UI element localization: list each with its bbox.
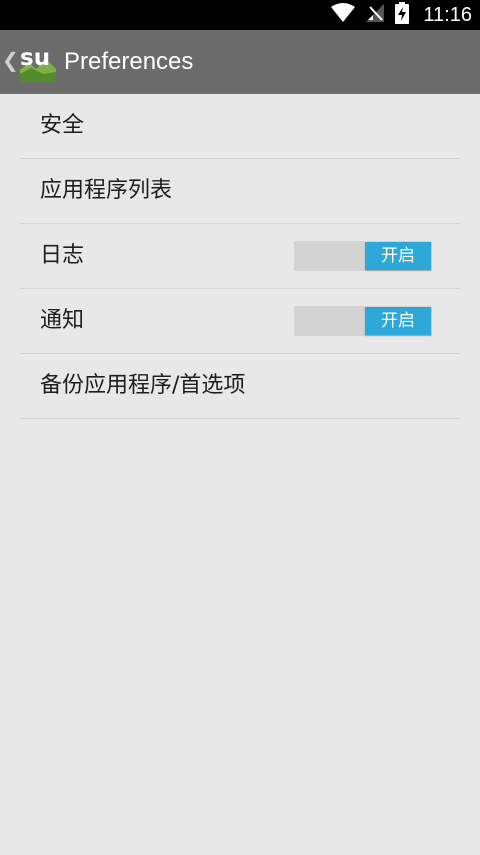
pref-logging[interactable]: 日志 开启 (20, 224, 460, 289)
no-signal-icon (365, 3, 385, 27)
status-icons: 11:16 (331, 0, 472, 30)
pref-security-label: 安全 (40, 113, 85, 138)
page-title: Preferences (64, 48, 194, 75)
pref-app-list-label: 应用程序列表 (40, 178, 173, 203)
logo-text: su (20, 45, 50, 71)
pref-security[interactable]: 安全 (20, 94, 460, 159)
status-bar: 11:16 (0, 0, 480, 30)
pref-logging-label: 日志 (40, 243, 85, 268)
pref-notifications-label: 通知 (40, 308, 85, 333)
chevron-left-icon[interactable]: ❮ (2, 48, 19, 72)
notifications-toggle[interactable]: 开启 (294, 306, 432, 336)
logging-toggle[interactable]: 开启 (294, 241, 432, 271)
app-logo[interactable]: su (19, 44, 57, 82)
action-bar: ❮ su Preferences (0, 30, 480, 94)
pref-notifications[interactable]: 通知 开启 (20, 289, 460, 354)
logging-toggle-thumb: 开启 (365, 242, 431, 270)
notifications-toggle-thumb: 开启 (365, 307, 431, 335)
status-time: 11:16 (423, 3, 472, 26)
pref-backup[interactable]: 备份应用程序/首选项 (20, 354, 460, 419)
settings-list: 安全 应用程序列表 日志 开启 通知 开启 备份应用程序/首选项 (0, 94, 480, 419)
pref-app-list[interactable]: 应用程序列表 (20, 159, 460, 224)
wifi-icon (331, 3, 356, 27)
battery-charging-icon (395, 2, 410, 28)
pref-backup-label: 备份应用程序/首选项 (40, 373, 246, 398)
